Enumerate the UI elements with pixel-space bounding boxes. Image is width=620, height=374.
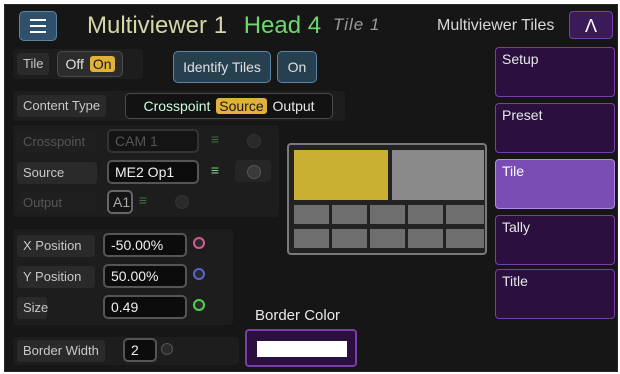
border-color-button[interactable] xyxy=(245,329,357,367)
multiviewer-window: Multiviewer 1 Head 4 Tile 1 Multiviewer … xyxy=(4,4,618,372)
border-width-label: Border Width xyxy=(17,340,105,362)
crosspoint-list-icon: ≡ xyxy=(210,131,220,147)
size-field[interactable]: 0.49 xyxy=(103,295,187,319)
list-icon xyxy=(30,19,46,33)
tiles-collapse-button[interactable]: Λ xyxy=(569,11,613,39)
content-type-output[interactable]: Output xyxy=(273,98,315,114)
source-label: Source xyxy=(17,162,97,184)
tile-title: Tile 1 xyxy=(333,15,381,34)
border-color-label: Border Color xyxy=(255,307,341,324)
source-list-icon[interactable]: ≡ xyxy=(203,162,227,182)
multiviewer-title: Multiviewer 1 xyxy=(87,12,228,39)
output-knob-icon xyxy=(161,190,201,212)
tile-small[interactable] xyxy=(446,205,484,224)
content-type-crosspoint[interactable]: Crosspoint xyxy=(143,98,210,114)
tile-small[interactable] xyxy=(294,229,329,248)
output-field: A1 xyxy=(107,190,133,214)
border-width-knob-icon[interactable] xyxy=(161,343,173,355)
crosspoint-field: CAM 1 xyxy=(107,129,199,153)
tile-row-2 xyxy=(294,229,484,248)
tile-small[interactable] xyxy=(408,229,443,248)
tile-label: Tile xyxy=(17,53,50,75)
y-position-knob-icon[interactable] xyxy=(193,268,205,280)
x-position-label: X Position xyxy=(17,235,95,257)
content-type-label: Content Type xyxy=(17,95,107,117)
sidebar-item-title[interactable]: Title xyxy=(495,269,615,319)
source-knob-icon[interactable] xyxy=(235,160,271,182)
source-field[interactable]: ME2 Op1 xyxy=(107,160,199,184)
sidebar-item-tally[interactable]: Tally xyxy=(495,215,615,265)
chevron-up-icon: Λ xyxy=(584,16,598,36)
crosspoint-knob-icon xyxy=(235,129,271,151)
tile-row-1 xyxy=(294,205,484,224)
identify-tiles-state[interactable]: On xyxy=(277,51,317,83)
x-position-field[interactable]: -50.00% xyxy=(103,233,187,257)
tile-on-off-toggle[interactable]: Off On xyxy=(57,51,123,77)
tile-small[interactable] xyxy=(446,229,484,248)
size-label: Size xyxy=(17,297,48,319)
output-label: Output xyxy=(17,192,97,214)
tile-small[interactable] xyxy=(332,229,367,248)
sidebar-item-tile[interactable]: Tile xyxy=(495,159,615,209)
tile-2[interactable] xyxy=(392,150,484,200)
crosspoint-label: Crosspoint xyxy=(17,131,97,153)
menu-button[interactable] xyxy=(19,11,57,41)
content-type-selector[interactable]: Crosspoint Source Output xyxy=(125,93,333,119)
content-type-source[interactable]: Source xyxy=(216,98,267,114)
toggle-off-option: Off xyxy=(65,56,84,72)
tile-small[interactable] xyxy=(370,205,405,224)
output-list-icon: ≡ xyxy=(138,192,148,208)
tile-small[interactable] xyxy=(408,205,443,224)
tile-selected[interactable] xyxy=(294,150,388,200)
sidebar-item-setup[interactable]: Setup xyxy=(495,47,615,97)
size-knob-icon[interactable] xyxy=(193,299,205,311)
y-position-field[interactable]: 50.00% xyxy=(103,264,187,288)
multiviewer-tiles-label: Multiviewer Tiles xyxy=(437,17,555,34)
border-color-swatch xyxy=(257,341,347,357)
sidebar-item-preset[interactable]: Preset xyxy=(495,103,615,153)
toggle-on-option: On xyxy=(89,56,115,72)
tile-small[interactable] xyxy=(370,229,405,248)
head-title: Head 4 xyxy=(243,12,322,39)
y-position-label: Y Position xyxy=(17,266,95,288)
tile-small[interactable] xyxy=(332,205,367,224)
tile-small[interactable] xyxy=(294,205,329,224)
x-position-knob-icon[interactable] xyxy=(193,237,205,249)
page-title: Multiviewer 1 Head 4 xyxy=(87,11,321,41)
identify-tiles-button[interactable]: Identify Tiles xyxy=(173,51,271,83)
border-width-field[interactable]: 2 xyxy=(123,338,157,362)
tile-layout-preview[interactable] xyxy=(287,143,487,255)
